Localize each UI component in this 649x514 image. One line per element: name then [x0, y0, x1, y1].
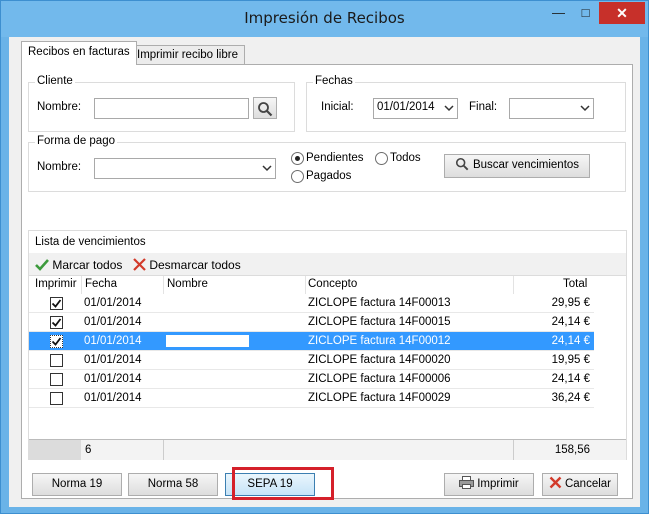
col-concepto[interactable]: Concepto	[308, 278, 357, 290]
cliente-group-label: Cliente	[35, 75, 75, 87]
forma-pago-combo[interactable]	[94, 158, 276, 179]
table-row[interactable]: 01/01/2014 ZICLOPE factura 14F00020 19,9…	[29, 351, 594, 370]
table-row[interactable]: 01/01/2014 ZICLOPE factura 14F00013 29,9…	[29, 294, 594, 313]
norma-19-button[interactable]: Norma 19	[32, 473, 122, 496]
col-imprimir[interactable]: Imprimir	[35, 278, 77, 290]
radio-pagados[interactable]	[291, 170, 304, 183]
row-total: 24,14 €	[551, 316, 590, 328]
row-total: 36,24 €	[551, 392, 590, 404]
row-checkbox[interactable]	[50, 392, 63, 405]
norma-58-button[interactable]: Norma 58	[128, 473, 218, 496]
desmarcar-todos-button[interactable]: Desmarcar todos	[133, 258, 241, 272]
forma-pago-group: Forma de pago Nombre: Pendientes Todos P…	[28, 135, 626, 192]
row-checkbox[interactable]	[50, 316, 63, 329]
row-total: 24,14 €	[551, 373, 590, 385]
magnifier-icon	[455, 157, 469, 171]
row-concepto: ZICLOPE factura 14F00029	[308, 392, 451, 404]
fecha-inicial-picker[interactable]: 01/01/2014	[373, 98, 458, 119]
tab-imprimir-recibo-libre[interactable]: Imprimir recibo libre	[130, 45, 245, 65]
footer-count: 6	[85, 444, 92, 456]
marcar-todos-button[interactable]: Marcar todos	[35, 258, 122, 272]
green-check-icon	[35, 259, 49, 271]
minimize-button[interactable]: —	[545, 2, 572, 24]
magnifier-icon	[258, 102, 273, 117]
table-row[interactable]: 01/01/2014 ZICLOPE factura 14F00029 36,2…	[29, 389, 594, 408]
highlight-frame	[232, 467, 334, 500]
row-concepto: ZICLOPE factura 14F00015	[308, 316, 451, 328]
table-row[interactable]: 01/01/2014 ZICLOPE factura 14F00006 24,1…	[29, 370, 594, 389]
row-fecha: 01/01/2014	[84, 316, 142, 328]
row-fecha: 01/01/2014	[84, 354, 142, 366]
row-checkbox[interactable]	[50, 373, 63, 386]
row-concepto: ZICLOPE factura 14F00006	[308, 373, 451, 385]
cancelar-label: Cancelar	[564, 478, 612, 490]
buscar-vencimientos-label: Buscar vencimientos	[472, 159, 580, 171]
fechas-group: Fechas Inicial: 01/01/2014 Final:	[306, 75, 626, 132]
row-total: 19,95 €	[551, 354, 590, 366]
col-nombre[interactable]: Nombre	[167, 278, 208, 290]
table-row-selected[interactable]: 01/01/2014 ZICLOPE factura 14F00012 24,1…	[29, 332, 594, 351]
chevron-down-icon	[580, 105, 590, 112]
fecha-final-picker[interactable]	[509, 98, 594, 119]
radio-pendientes-label[interactable]: Pendientes	[306, 152, 364, 164]
row-concepto: ZICLOPE factura 14F00012	[308, 335, 451, 347]
lista-vencimientos-group: Lista de vencimientos Marcar todos Desma…	[28, 230, 627, 460]
buscar-vencimientos-button[interactable]: Buscar vencimientos	[444, 154, 590, 178]
row-total: 24,14 €	[551, 335, 590, 347]
maximize-button[interactable]: □	[572, 2, 599, 24]
row-fecha: 01/01/2014	[84, 297, 142, 309]
vencimientos-table: Imprimir Fecha Nombre Concepto Total 01/…	[29, 275, 626, 460]
app-window: Impresión de Recibos — □ ✕ Recibos en fa…	[0, 0, 649, 514]
row-fecha: 01/01/2014	[84, 373, 142, 385]
close-button[interactable]: ✕	[599, 2, 645, 24]
radio-pagados-label[interactable]: Pagados	[306, 170, 351, 182]
forma-pago-group-label: Forma de pago	[35, 135, 117, 147]
cancelar-button[interactable]: Cancelar	[542, 473, 618, 496]
marcar-todos-label: Marcar todos	[52, 258, 123, 272]
row-nombre-redacted	[166, 335, 249, 347]
tab-recibos-en-facturas[interactable]: Recibos en facturas	[21, 41, 137, 65]
lista-group-label: Lista de vencimientos	[35, 236, 146, 248]
forma-pago-nombre-label: Nombre:	[37, 161, 82, 173]
imprimir-button[interactable]: Imprimir	[444, 473, 534, 496]
cliente-nombre-input[interactable]	[94, 98, 249, 119]
desmarcar-todos-label: Desmarcar todos	[149, 258, 241, 272]
row-total: 29,95 €	[551, 297, 590, 309]
fecha-inicial-value: 01/01/2014	[377, 101, 435, 113]
fechas-inicial-label: Inicial:	[321, 101, 354, 113]
row-checkbox[interactable]	[50, 354, 63, 367]
row-concepto: ZICLOPE factura 14F00013	[308, 297, 451, 309]
chevron-down-icon	[262, 165, 272, 172]
table-row[interactable]: 01/01/2014 ZICLOPE factura 14F00015 24,1…	[29, 313, 594, 332]
col-total[interactable]: Total	[563, 278, 587, 290]
row-checkbox[interactable]	[50, 297, 63, 310]
cliente-nombre-label: Nombre:	[37, 101, 82, 113]
chevron-down-icon	[444, 105, 454, 112]
row-concepto: ZICLOPE factura 14F00020	[308, 354, 451, 366]
red-cross-icon	[133, 258, 146, 271]
table-footer: 6 158,56	[29, 439, 626, 460]
cliente-search-button[interactable]	[253, 97, 277, 119]
dialog-body: Recibos en facturas Imprimir recibo libr…	[9, 37, 640, 507]
fechas-final-label: Final:	[469, 101, 498, 113]
check-mark-icon	[51, 299, 62, 308]
row-fecha: 01/01/2014	[84, 335, 142, 347]
radio-todos[interactable]	[375, 152, 388, 165]
fechas-group-label: Fechas	[313, 75, 355, 87]
row-fecha: 01/01/2014	[84, 392, 142, 404]
check-mark-icon	[51, 337, 62, 346]
row-checkbox[interactable]	[50, 335, 63, 348]
red-x-icon	[549, 476, 562, 489]
title-bar[interactable]: Impresión de Recibos — □ ✕	[1, 1, 648, 37]
check-mark-icon	[51, 318, 62, 327]
radio-todos-label[interactable]: Todos	[390, 152, 421, 164]
table-header: Imprimir Fecha Nombre Concepto Total	[29, 276, 626, 294]
imprimir-label: Imprimir	[477, 478, 519, 490]
col-fecha[interactable]: Fecha	[85, 278, 117, 290]
footer-sum: 158,56	[554, 444, 590, 456]
radio-pendientes[interactable]	[291, 152, 304, 165]
tab-panel: Cliente Nombre: Fechas Inicial: 01/01/20…	[21, 64, 633, 500]
printer-icon	[459, 476, 475, 489]
cliente-group: Cliente Nombre:	[28, 75, 295, 132]
